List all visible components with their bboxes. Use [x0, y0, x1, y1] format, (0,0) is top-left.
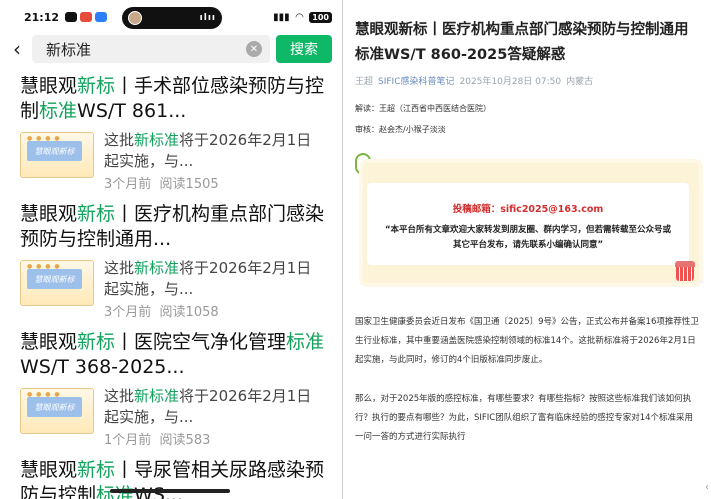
article-paragraph: 国家卫生健康委员会近日发布《国卫通〔2025〕9号》公告，正式公布并备案16项推… — [355, 317, 699, 365]
home-indicator[interactable] — [110, 489, 230, 493]
notification-icons — [65, 12, 108, 22]
phone-screen: 21:12 ılıı ▮▮▮ ◠ 100 ‹ 新标准 ✕ 搜索 慧眼观新标丨手术… — [0, 0, 343, 499]
status-right: ▮▮▮ ◠ 100 — [273, 11, 332, 23]
result-thumbnail: ● ● ● ● 慧眼观新标 — [20, 132, 94, 178]
clear-icon[interactable]: ✕ — [246, 41, 262, 57]
search-bar: ‹ 新标准 ✕ 搜索 — [0, 34, 342, 64]
result-list: 慧眼观新标丨手术部位感染预防与控制标准WS/T 861... ● ● ● ● 慧眼… — [0, 64, 342, 499]
audio-wave-icon: ılıı — [199, 13, 216, 23]
tiktok-icon — [65, 12, 78, 22]
result-meta: 3个月前 阅读1505 — [104, 177, 219, 192]
back-chevron-icon[interactable]: ‹ — [8, 37, 26, 61]
search-button[interactable]: 搜索 — [276, 35, 332, 63]
article-paragraph: 那么，对于2025年版的感控标准，有哪些要求？有哪些指标？按照这些标准我们该如何… — [355, 394, 694, 442]
battery-icon: 100 — [309, 11, 332, 23]
result-snippet: 这批新标准将于2026年2月1日起实施，与... — [104, 387, 312, 426]
submission-notice: 投稿邮箱：sific2025@163.com “本平台所有文章欢迎大家转发到朋友… — [355, 153, 701, 293]
status-bar: 21:12 ılıı ▮▮▮ ◠ 100 — [0, 0, 342, 34]
result-title: 慧眼观新标丨医疗机构重点部门感染预防与控制通用... — [20, 203, 325, 250]
result-snippet: 这批新标准将于2026年2月1日起实施，与... — [104, 259, 312, 298]
result-title: 慧眼观新标丨手术部位感染预防与控制标准WS/T 861... — [20, 75, 325, 122]
article-meta: 王超 SIFIC感染科普笔记 2025年10月28日 07:50 内蒙古 — [355, 74, 701, 87]
article-reviewer: 审核：赵会杰/小猴子淡淡 — [355, 125, 446, 134]
result-item[interactable]: 慧眼观新标丨手术部位感染预防与控制标准WS/T 861... ● ● ● ● 慧眼… — [20, 64, 342, 192]
avatar — [128, 11, 142, 25]
article-interpreter: 解读：王超（江西省中西医结合医院） — [355, 104, 491, 113]
result-thumbnail: ● ● ● ● 慧眼观新标 — [20, 260, 94, 306]
wifi-icon: ◠ — [295, 11, 304, 23]
notice-email: 投稿邮箱：sific2025@163.com — [452, 204, 604, 215]
basket-icon — [675, 261, 695, 283]
notice-card: 投稿邮箱：sific2025@163.com “本平台所有文章欢迎大家转发到朋友… — [363, 163, 699, 283]
app-icon — [80, 12, 93, 22]
chevron-left-icon[interactable]: ‹ — [705, 482, 709, 493]
article-publisher-link[interactable]: SIFIC感染科普笔记 — [378, 74, 454, 87]
dynamic-island: ılıı — [122, 7, 222, 29]
result-meta: 1个月前 阅读583 — [104, 433, 211, 448]
status-time: 21:12 — [24, 10, 60, 24]
article-title: 慧眼观新标丨医疗机构重点部门感染预防与控制通用标准WS/T 860-2025答疑… — [355, 22, 689, 63]
article-view: 慧眼观新标丨医疗机构重点部门感染预防与控制通用标准WS/T 860-2025答疑… — [347, 0, 711, 499]
result-title: 慧眼观新标丨医院空气净化管理标准WS/T 368-2025... — [20, 331, 325, 378]
result-item[interactable]: 慧眼观新标丨医疗机构重点部门感染预防与控制通用... ● ● ● ● 慧眼观新标 … — [20, 192, 342, 320]
article-author: 王超 — [355, 77, 374, 87]
notice-text: “本平台所有文章欢迎大家转发到朋友圈、群内学习，但若需转载至公众号或其它平台发布… — [384, 225, 672, 250]
search-input[interactable]: 新标准 ✕ — [32, 35, 270, 63]
result-meta: 3个月前 阅读1058 — [104, 305, 219, 320]
article-date: 2025年10月28日 07:50 — [459, 77, 562, 87]
result-item[interactable]: 慧眼观新标丨医院空气净化管理标准WS/T 368-2025... ● ● ● ●… — [20, 320, 342, 448]
article-location: 内蒙古 — [566, 77, 594, 87]
result-snippet: 这批新标准将于2026年2月1日起实施，与... — [104, 131, 312, 170]
signal-icon: ▮▮▮ — [273, 11, 290, 23]
search-query: 新标准 — [46, 40, 92, 59]
result-thumbnail: ● ● ● ● 慧眼观新标 — [20, 388, 94, 434]
app-icon — [95, 12, 108, 22]
